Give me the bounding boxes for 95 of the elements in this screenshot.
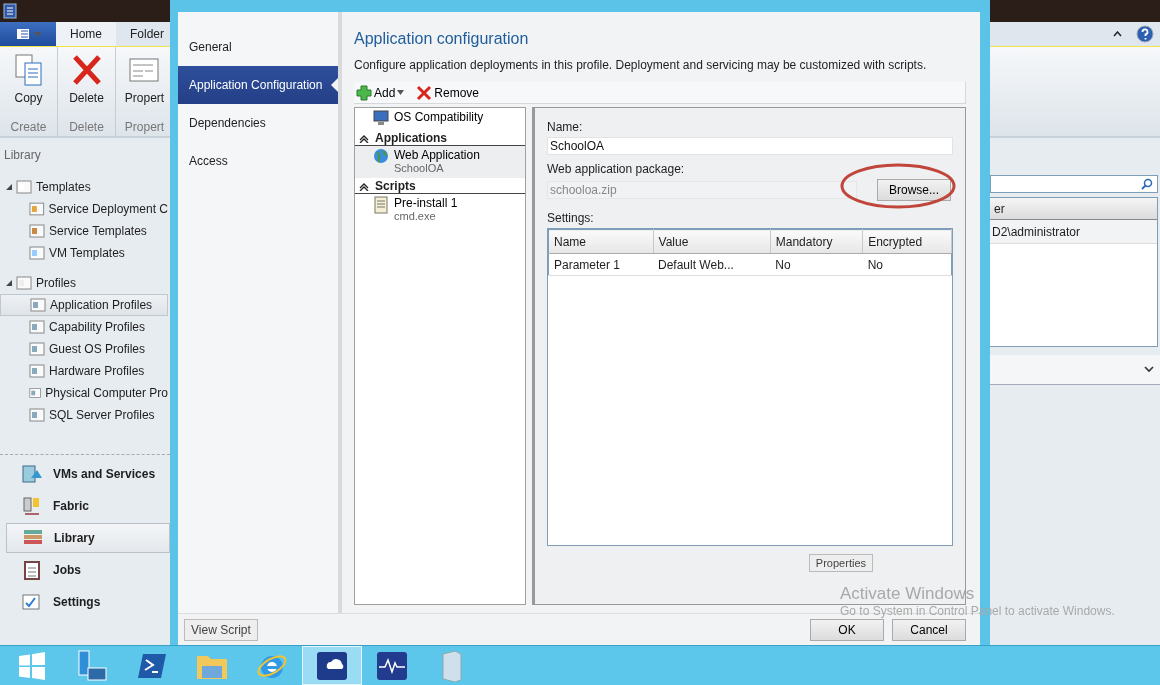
- ribbon-tab[interactable]: Home: [56, 22, 116, 46]
- cancel-button[interactable]: Cancel: [892, 618, 966, 641]
- tree-item[interactable]: Capability Profiles: [0, 316, 168, 338]
- toolbar-button[interactable]: Remove: [414, 84, 482, 101]
- server-tower-icon: [439, 649, 465, 682]
- pulse-icon: [376, 650, 408, 681]
- section-label: Scripts: [375, 178, 416, 193]
- browse-button[interactable]: Browse...: [877, 179, 951, 201]
- tree-node[interactable]: Templates: [0, 176, 170, 198]
- column-header[interactable]: er: [990, 198, 1157, 220]
- node-icon: [29, 223, 45, 239]
- tree-label: Templates: [36, 180, 91, 194]
- collapse-ribbon-icon: [1113, 31, 1122, 37]
- node-icon: [29, 201, 45, 217]
- tree-item[interactable]: VM Templates: [0, 242, 168, 264]
- column-header[interactable]: Mandatory: [770, 229, 863, 254]
- ribbon-tab[interactable]: Folder: [116, 22, 179, 46]
- globe-icon: [373, 148, 389, 164]
- delete-icon: [70, 53, 103, 87]
- table-cell: No: [862, 253, 952, 276]
- tree-label: Profiles: [36, 276, 76, 290]
- scroll-icon: [373, 196, 389, 214]
- app-icon: [3, 3, 17, 19]
- chevron-down-icon: [1144, 366, 1154, 373]
- nav-item[interactable]: Application Configuration: [178, 66, 338, 104]
- tree-item[interactable]: Service Templates: [0, 220, 168, 242]
- name-field[interactable]: SchoolOA: [547, 137, 953, 155]
- help-icon: [1136, 25, 1154, 43]
- node-icon: [29, 363, 45, 379]
- workspace-item[interactable]: VMs and Services: [6, 459, 170, 489]
- workspace-item[interactable]: Library: [6, 523, 170, 553]
- node-icon: [29, 341, 45, 357]
- file-menu-button[interactable]: [0, 22, 56, 46]
- ribbon-button[interactable]: Delete: [69, 53, 104, 105]
- view-script-button[interactable]: View Script: [184, 618, 258, 641]
- column-header[interactable]: Name: [548, 229, 653, 254]
- table-cell: Parameter 1: [548, 253, 653, 276]
- monitor-icon: [373, 110, 389, 126]
- search-icon: [1141, 178, 1153, 190]
- tree-item[interactable]: SQL Server Profiles: [0, 404, 168, 426]
- tree-item[interactable]: Hardware Profiles: [0, 360, 168, 382]
- list-item[interactable]: Web Application SchoolOA: [355, 146, 525, 178]
- copy-icon: [13, 53, 44, 87]
- ribbon-button[interactable]: Copy: [13, 53, 44, 105]
- clipboard-icon: [21, 560, 43, 580]
- terminal-icon: [137, 651, 167, 680]
- column-header[interactable]: Value: [653, 229, 771, 254]
- column-header[interactable]: Encrypted: [862, 229, 952, 254]
- ribbon-button[interactable]: Propert: [124, 53, 165, 105]
- table-cell: D2\administrator: [990, 220, 1157, 244]
- tree-item[interactable]: Guest OS Profiles: [0, 338, 168, 360]
- table-cell: Default Web...: [653, 253, 771, 276]
- tree-item[interactable]: Service Deployment C: [0, 198, 168, 220]
- tree-node[interactable]: Profiles: [0, 272, 170, 294]
- caret-icon: [33, 31, 41, 37]
- search-field[interactable]: [990, 175, 1158, 193]
- servers-icon: [21, 464, 43, 484]
- node-icon: [29, 385, 42, 401]
- node-icon: [29, 319, 45, 335]
- nav-item[interactable]: Access: [178, 142, 338, 180]
- menu-icon: [15, 28, 30, 40]
- plus-icon: [356, 84, 372, 101]
- tree-item[interactable]: Application Profiles: [0, 294, 168, 316]
- node-icon: [30, 297, 46, 313]
- group-label: Create: [10, 120, 47, 134]
- taskbar-button[interactable]: [302, 646, 362, 685]
- section-heading: Application configuration: [354, 30, 530, 48]
- cloud-server-icon: [316, 650, 348, 681]
- caret-icon: [397, 90, 405, 95]
- checkbox-icon: [21, 592, 43, 612]
- group-label: Propert: [124, 120, 165, 134]
- node-icon: [16, 275, 32, 291]
- server-toolbox-icon: [76, 649, 108, 682]
- tree-item[interactable]: Physical Computer Pro: [0, 382, 168, 404]
- workspace-item[interactable]: Settings: [6, 587, 170, 617]
- table-cell: No: [770, 253, 863, 276]
- nav-item[interactable]: Dependencies: [178, 104, 338, 142]
- field-label: Name:: [547, 120, 584, 134]
- field-label: Web application package:: [547, 162, 686, 176]
- pane-title: Library: [3, 148, 42, 162]
- windows-icon: [18, 651, 46, 680]
- section-label: Applications: [375, 130, 447, 145]
- nav-item[interactable]: General: [178, 28, 338, 66]
- node-icon: [29, 407, 45, 423]
- ok-button[interactable]: OK: [810, 618, 884, 641]
- group-label: Delete: [69, 120, 104, 134]
- workspace-item[interactable]: Jobs: [6, 555, 170, 585]
- node-icon: [29, 245, 45, 261]
- toolbar-button[interactable]: Add: [354, 84, 407, 101]
- field-label: Settings:: [547, 211, 595, 225]
- workspace-item[interactable]: Fabric: [6, 491, 170, 521]
- node-icon: [16, 179, 32, 195]
- delete-icon: [416, 84, 433, 101]
- properties-button[interactable]: Properties: [808, 554, 873, 572]
- description-text: Configure application deployments in this profile. Deployment and servicing may be customized with scripts.: [354, 58, 928, 72]
